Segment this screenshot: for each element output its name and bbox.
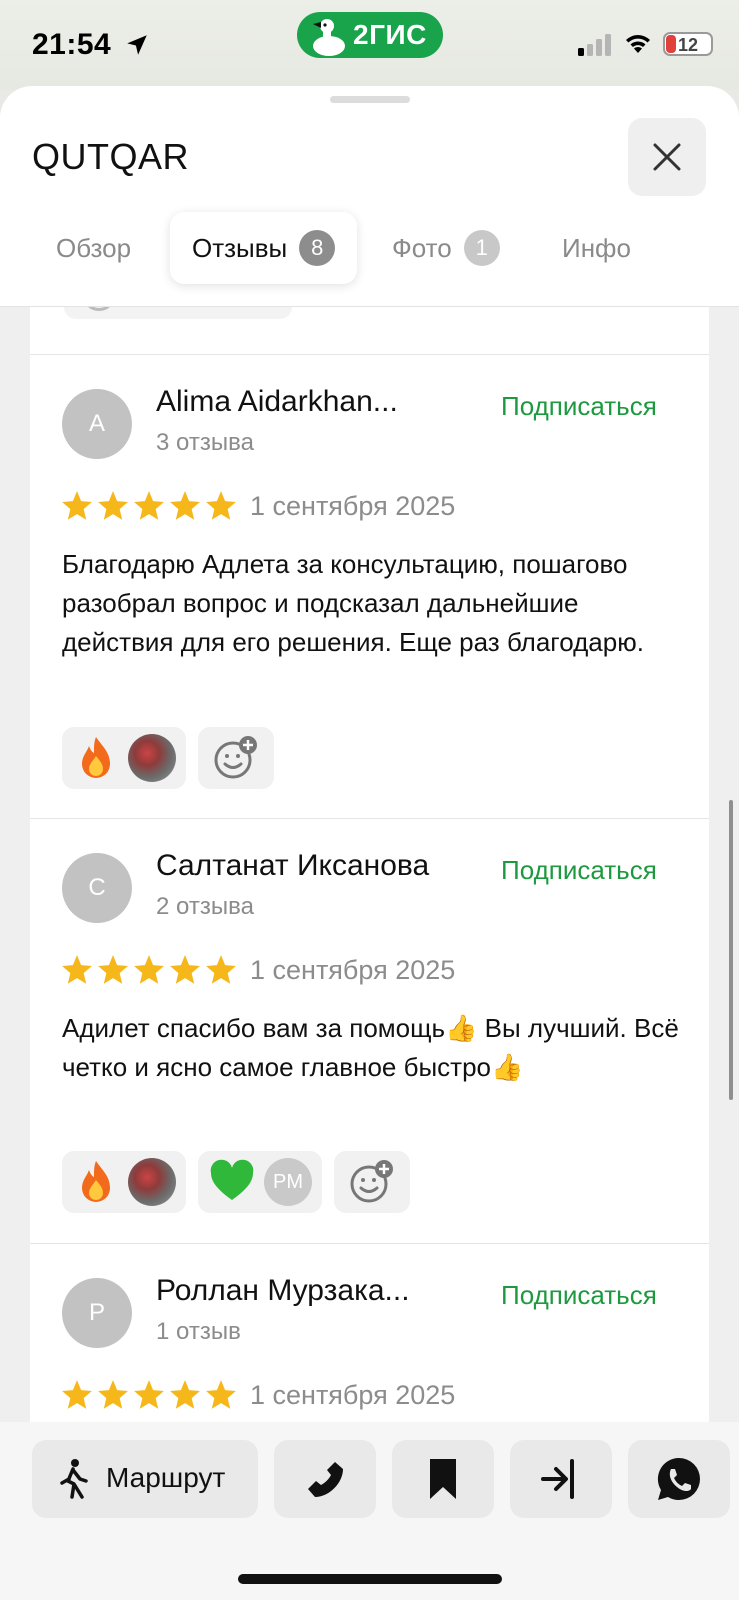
tab-label: Обзор	[56, 232, 132, 263]
phone-icon	[308, 1462, 343, 1497]
reaction-chip[interactable]	[62, 727, 186, 789]
tab-photos[interactable]: Фото 1	[392, 212, 500, 284]
close-icon	[653, 143, 681, 171]
bookmark-button[interactable]	[392, 1440, 494, 1518]
green-heart-icon	[210, 1159, 254, 1200]
route-label: Маршрут	[106, 1462, 226, 1493]
avatar[interactable]: A	[62, 389, 132, 459]
bookmark-icon	[430, 1459, 456, 1499]
place-title: QUTQAR	[32, 136, 190, 177]
home-indicator[interactable]	[238, 1574, 502, 1584]
battery-level: 12	[677, 35, 699, 55]
battery-icon: 12	[663, 32, 713, 56]
rating-stars	[60, 953, 238, 987]
reviews-count-badge: 8	[299, 230, 336, 266]
star-icon	[98, 1380, 128, 1409]
walk-icon	[60, 1459, 88, 1499]
review-card: С Салтанат Иксанова 2 отзыва Подписаться…	[30, 818, 709, 1243]
whatsapp-button[interactable]	[628, 1440, 730, 1518]
reaction-chip[interactable]: PM	[198, 1151, 322, 1213]
photos-count-badge: 1	[463, 230, 500, 266]
brand-badge[interactable]: 2ГИС	[297, 12, 443, 58]
star-icon	[206, 955, 236, 984]
star-icon	[206, 1380, 236, 1409]
close-button[interactable]	[628, 118, 706, 196]
rating-stars	[60, 1378, 238, 1412]
subscribe-button[interactable]: Подписаться	[501, 1280, 657, 1311]
reactor-avatar	[128, 734, 176, 782]
whatsapp-icon	[657, 1457, 700, 1501]
fire-icon	[82, 737, 110, 778]
add-reaction-icon	[214, 736, 257, 779]
add-reaction-button[interactable]	[334, 1151, 410, 1213]
star-icon	[170, 1380, 200, 1409]
reactor-avatar: PM	[264, 1158, 312, 1206]
call-button[interactable]	[274, 1440, 376, 1518]
tab-label: Отзывы	[192, 232, 288, 263]
star-icon	[134, 1380, 164, 1409]
star-icon	[170, 491, 200, 520]
tab-reviews[interactable]: Отзывы 8	[170, 212, 358, 284]
reviewer-name[interactable]: Роллан Мурзака...	[156, 1274, 410, 1308]
star-icon	[62, 955, 92, 984]
star-icon	[170, 955, 200, 984]
star-icon	[134, 491, 164, 520]
tab-bar: Обзор Отзывы 8 Фото 1 Инфо	[40, 212, 720, 284]
share-button[interactable]	[510, 1440, 612, 1518]
fire-icon	[82, 1161, 110, 1202]
reviewer-name[interactable]: Салтанат Иксанова	[156, 849, 429, 883]
status-bar: 21:54 2ГИС 12	[0, 0, 739, 90]
review-card: Р Роллан Мурзака... 1 отзыв Подписаться …	[30, 1243, 709, 1422]
review-date: 1 сентября 2025	[250, 491, 456, 521]
reviewer-review-count: 1 отзыв	[156, 1318, 241, 1345]
star-icon	[62, 491, 92, 520]
reactor-avatar	[128, 1158, 176, 1206]
goose-logo-icon	[313, 19, 345, 56]
star-icon	[206, 491, 236, 520]
brand-text: 2ГИС	[353, 19, 427, 50]
review-date: 1 сентября 2025	[250, 1380, 456, 1410]
reaction-chip[interactable]	[62, 1151, 186, 1213]
avatar[interactable]: С	[62, 853, 132, 923]
reaction-chip[interactable]	[64, 307, 292, 319]
sheet-grabber[interactable]	[330, 96, 410, 103]
rating-stars	[60, 489, 238, 523]
scroll-indicator[interactable]	[729, 800, 733, 1100]
cellular-signal-icon	[578, 34, 611, 56]
avatar[interactable]: Р	[62, 1278, 132, 1348]
review-text: Адилет спасибо вам за помощь👍 Вы лучший.…	[62, 1013, 679, 1082]
tab-label: Фото	[392, 232, 452, 263]
share-icon	[541, 1459, 574, 1499]
star-icon	[134, 955, 164, 984]
route-button[interactable]: Маршрут	[32, 1440, 258, 1518]
reviewer-name[interactable]: Alima Aidarkhan...	[156, 385, 398, 419]
star-icon	[98, 955, 128, 984]
review-date: 1 сентября 2025	[250, 955, 456, 985]
tab-overview[interactable]: Обзор	[56, 212, 131, 284]
review-card: A Alima Aidarkhan... 3 отзыва Подписатьс…	[30, 354, 709, 818]
add-reaction-button[interactable]	[198, 727, 274, 789]
reviews-list[interactable]: A Alima Aidarkhan... 3 отзыва Подписатьс…	[0, 307, 739, 1422]
subscribe-button[interactable]: Подписаться	[501, 855, 657, 886]
tab-label: Инфо	[562, 232, 631, 263]
add-reaction-icon	[82, 307, 116, 311]
wifi-icon	[626, 35, 650, 53]
subscribe-button[interactable]: Подписаться	[501, 391, 657, 422]
reviewer-review-count: 2 отзыва	[156, 893, 254, 920]
star-icon	[98, 491, 128, 520]
reviews-column: A Alima Aidarkhan... 3 отзыва Подписатьс…	[30, 307, 709, 1422]
tab-info[interactable]: Инфо	[562, 212, 631, 284]
add-reaction-icon	[350, 1160, 393, 1203]
location-arrow-icon	[127, 35, 147, 55]
star-icon	[62, 1380, 92, 1409]
reviewer-review-count: 3 отзыва	[156, 429, 254, 456]
status-time: 21:54	[32, 28, 112, 61]
review-text: Благодарю Адлета за консультацию, пошаго…	[62, 549, 644, 657]
